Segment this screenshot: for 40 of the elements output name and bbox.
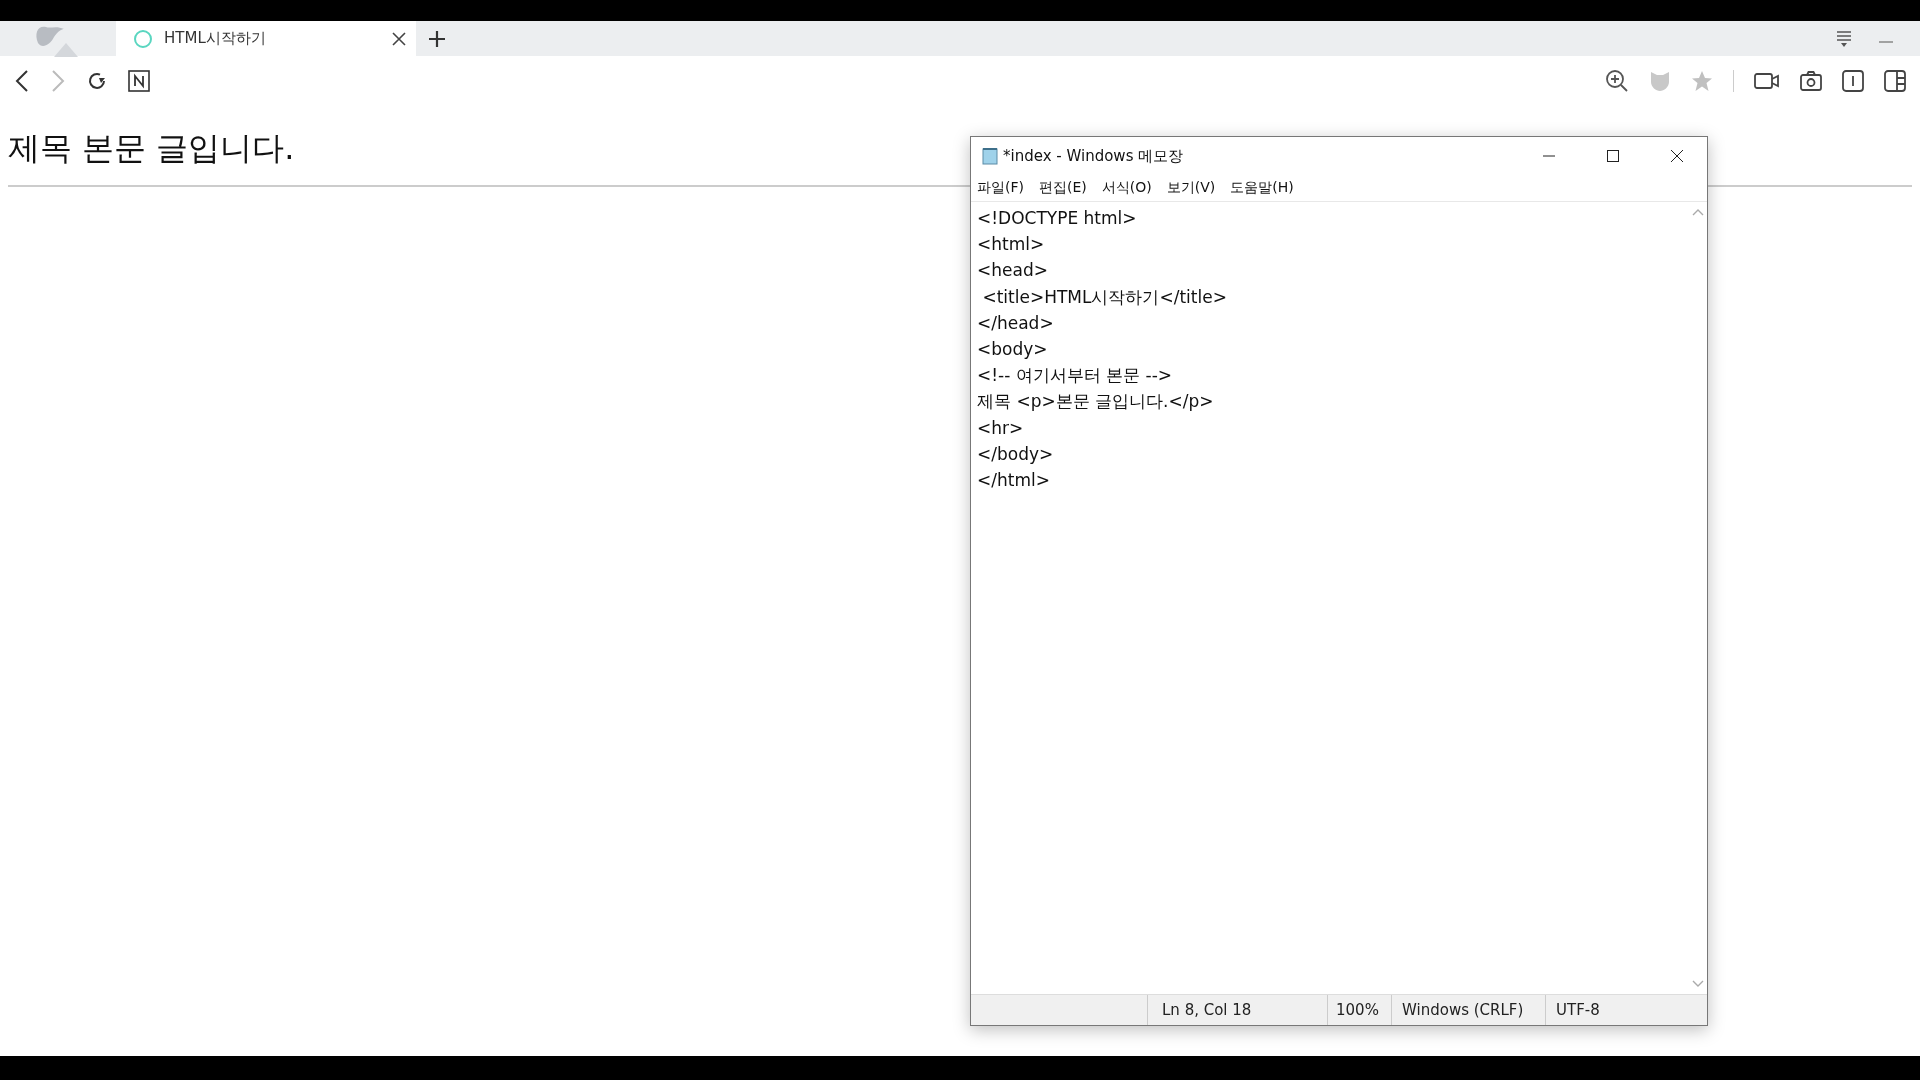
window-title: *index - Windows 메모장 (1003, 146, 1184, 166)
zoom-in-icon[interactable] (1605, 68, 1629, 93)
code-line: </body> (977, 442, 1055, 466)
tab-title: HTML시작하기 (164, 29, 266, 48)
menu-item[interactable]: 서식(O) (1101, 179, 1152, 197)
status-text: 100% (1328, 995, 1392, 1025)
notepad-icon (981, 147, 999, 165)
status-text: Windows (CRLF) (1392, 995, 1546, 1025)
code-line: </head> (977, 311, 1055, 335)
code-line: <title>HTML시작하기</title> (981, 285, 1228, 309)
status-text: UTF-8 (1555, 1000, 1601, 1021)
code-line: <!-- 여기서부터 본문 --> (977, 364, 1174, 388)
new-tab-icon[interactable] (428, 29, 446, 48)
sidebar-icon[interactable] (1884, 69, 1906, 92)
status-text: Ln 8, Col 18 (1148, 995, 1328, 1025)
code-line: <!DOCTYPE html> (977, 207, 1138, 230)
text-editor[interactable]: <!DOCTYPE html> <html> <head> <title>HTML시작하기</title> </head> <body> <!-- 여기서부터 본문 --> 제목 <p>본문 글입니다.</p> <hr> </body> </html> (971, 201, 1707, 994)
menu-item[interactable]: 도움말(H) (1230, 179, 1294, 197)
star-icon[interactable] (1691, 69, 1713, 92)
code-line: <hr> (977, 416, 1025, 440)
code-line: <head> (977, 259, 1049, 283)
code-line: <body> (977, 338, 1049, 361)
menu-item[interactable]: 파일(F) (977, 179, 1024, 197)
video-camera-icon[interactable] (1754, 70, 1780, 91)
reader-mode-icon[interactable] (1842, 69, 1864, 92)
close-icon[interactable] (392, 31, 406, 46)
loading-circle-icon (134, 29, 152, 48)
code-line: </html> (977, 469, 1051, 493)
code-line: 제목 <p>본문 글입니다.</p> (977, 390, 1215, 414)
code-line: <html> (977, 233, 1046, 257)
menu-item[interactable]: 보기(V) (1166, 179, 1216, 197)
menu-item[interactable]: 편집(E) (1039, 179, 1087, 197)
page-heading-text: 제목 본문 글입니다. (8, 128, 295, 169)
tab-list-icon[interactable] (1836, 29, 1852, 48)
camera-icon[interactable] (1800, 69, 1822, 92)
n-logo-icon[interactable] (128, 69, 150, 92)
maximize-icon[interactable] (1606, 149, 1620, 163)
browser-tab[interactable]: HTML시작하기 (116, 21, 416, 56)
close-icon[interactable] (1670, 149, 1684, 163)
back-icon[interactable] (14, 68, 30, 93)
